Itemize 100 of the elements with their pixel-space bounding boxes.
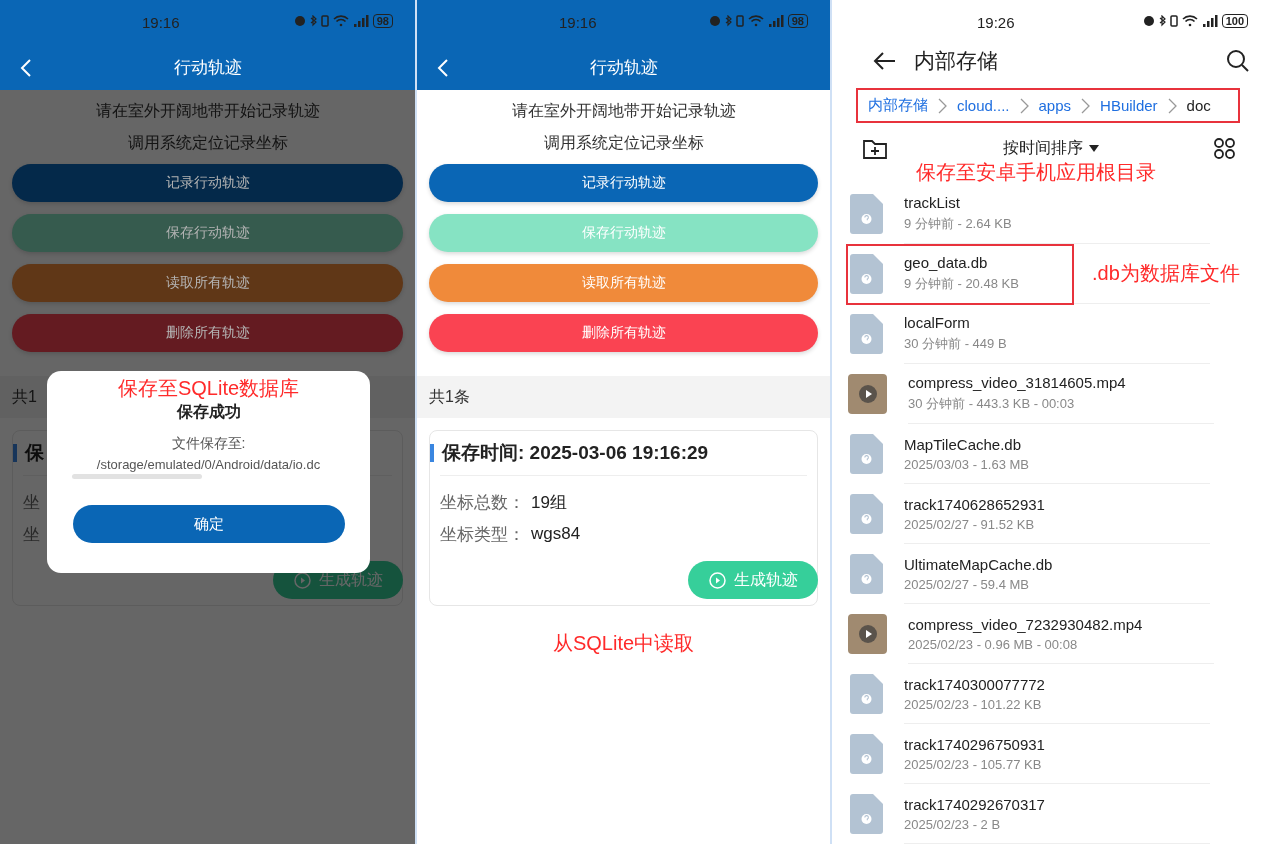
- hint-text: 调用系统定位记录坐标: [127, 133, 288, 153]
- file-icon: [850, 314, 883, 354]
- file-icon: [850, 494, 883, 534]
- bluetooth-icon: [1158, 15, 1166, 27]
- file-name[interactable]: compress_video_31814605.mp4: [908, 374, 1214, 391]
- file-name[interactable]: track1740292670317: [904, 795, 1210, 813]
- vibrate-icon: [735, 15, 744, 27]
- field-label: 坐: [23, 491, 40, 514]
- file-icon: [850, 554, 883, 594]
- dialog-label: 文件保存至:: [171, 435, 246, 453]
- wifi-icon: [747, 15, 764, 27]
- signal-icon: [767, 15, 784, 27]
- file-meta: 2025/02/23 - 105.77 KB: [904, 756, 1043, 772]
- chevron-left-icon: [20, 58, 32, 78]
- breadcrumb-link[interactable]: apps: [1036, 97, 1074, 114]
- field-label: 坐: [23, 523, 40, 546]
- vibrate-icon: [320, 15, 329, 27]
- status-time: 19:26: [977, 14, 1015, 31]
- action-button[interactable]: 读取所有轨迹: [12, 264, 403, 302]
- annotation-text: .db为数据库文件: [1092, 262, 1240, 284]
- wifi-icon: [1181, 15, 1198, 27]
- hint-text: 调用系统定位记录坐标: [543, 133, 704, 153]
- breadcrumb-link[interactable]: HBuilder: [1098, 97, 1160, 114]
- page-title: 内部存储: [914, 47, 999, 74]
- breadcrumb-link[interactable]: 内部存储: [866, 96, 930, 115]
- chevron-icon: [1019, 97, 1029, 114]
- nav-title: 行动轨迹: [173, 57, 242, 79]
- bluetooth-icon: [724, 15, 732, 27]
- field-label: 坐标类型：: [440, 523, 525, 546]
- bluetooth-icon: [309, 15, 317, 27]
- file-icon: [850, 794, 883, 834]
- action-button[interactable]: 保存行动轨迹: [12, 214, 403, 252]
- file-path: /storage/emulated/0/Android/data/io.dc: [96, 457, 321, 472]
- status-time: 19:16: [559, 14, 597, 31]
- video-thumbnail: [848, 614, 887, 654]
- file-name[interactable]: track1740296750931: [904, 735, 1210, 753]
- sort-dropdown[interactable]: 按时间排序: [888, 137, 1214, 160]
- chevron-icon: [1081, 97, 1091, 114]
- chevron-icon: [1167, 97, 1177, 114]
- file-icon: [850, 254, 883, 294]
- file-meta: 2025/02/23 - 101.22 KB: [904, 696, 1043, 712]
- file-icon: [850, 674, 883, 714]
- caret-down-icon: [1089, 145, 1099, 152]
- file-meta: 30 分钟前 - 443.3 KB - 00:03: [908, 395, 1076, 413]
- file-name[interactable]: MapTileCache.db: [904, 435, 1210, 453]
- file-name[interactable]: UltimateMapCache.db: [904, 555, 1210, 573]
- chevron-icon: [938, 97, 947, 114]
- grid-view-button[interactable]: [1214, 137, 1236, 160]
- new-folder-button[interactable]: [862, 137, 888, 160]
- card-title: 保: [25, 441, 44, 465]
- file-meta: 2025/02/27 - 91.52 KB: [904, 516, 1036, 532]
- annotation-text: 从SQLite中读取: [552, 631, 695, 656]
- vibrate-icon: [1169, 15, 1178, 27]
- battery-indicator: 98: [787, 14, 808, 28]
- status-time: 19:16: [142, 14, 180, 31]
- file-name[interactable]: track1740628652931: [904, 495, 1210, 513]
- hint-text: 请在室外开阔地带开始记录轨迹: [511, 101, 736, 121]
- file-meta: 9 分钟前 - 20.48 KB: [904, 275, 1020, 293]
- annotation-text: 保存至SQLite数据库: [117, 376, 300, 401]
- file-name[interactable]: localForm: [904, 314, 1210, 331]
- video-thumbnail: [848, 374, 887, 414]
- title-accent-bar: [13, 444, 17, 462]
- play-circle-icon: [708, 571, 726, 589]
- file-name[interactable]: track1740300077772: [904, 675, 1210, 693]
- file-meta: 2025/03/03 - 1.63 MB: [904, 456, 1031, 472]
- annotation-text: 保存至安卓手机应用根目录: [916, 159, 1156, 185]
- hint-text: 请在室外开阔地带开始记录轨迹: [95, 101, 320, 121]
- nav-title: 行动轨迹: [589, 57, 658, 79]
- file-meta: 2025/02/27 - 59.4 MB: [904, 576, 1031, 592]
- file-icon: [850, 194, 883, 234]
- title-accent-bar: [430, 444, 434, 462]
- breadcrumb-link[interactable]: cloud....: [955, 97, 1012, 114]
- file-icon: [850, 734, 883, 774]
- file-meta: 9 分钟前 - 2.64 KB: [904, 215, 1013, 233]
- file-name[interactable]: compress_video_7232930482.mp4: [908, 615, 1214, 633]
- action-button[interactable]: 记录行动轨迹: [12, 164, 403, 202]
- back-arrow-button[interactable]: [872, 50, 896, 71]
- breadcrumb-link[interactable]: doc: [1184, 97, 1213, 114]
- signal-icon: [352, 15, 369, 27]
- wifi-icon: [332, 15, 349, 27]
- file-meta: 2025/02/23 - 0.96 MB - 00:08: [908, 636, 1079, 652]
- chevron-left-icon: [437, 58, 449, 78]
- confirm-button[interactable]: 确定: [72, 505, 345, 543]
- action-button[interactable]: 记录行动轨迹: [429, 164, 818, 202]
- battery-indicator: 100: [1221, 14, 1248, 28]
- file-name[interactable]: trackList: [904, 194, 1210, 211]
- file-icon: [850, 434, 883, 474]
- file-meta: 2025/02/23 - 2 B: [904, 816, 1002, 832]
- file-meta: 30 分钟前 - 449 B: [904, 335, 1008, 353]
- card-title: 保存时间: 2025-03-06 19:16:29: [442, 441, 709, 465]
- search-button[interactable]: [1226, 48, 1250, 73]
- action-button[interactable]: 删除所有轨迹: [429, 314, 818, 352]
- field-value: wgs84: [531, 524, 581, 544]
- battery-indicator: 98: [372, 14, 393, 28]
- field-value: 19组: [531, 491, 567, 514]
- signal-icon: [1201, 15, 1218, 27]
- record-count: 共1条: [429, 386, 470, 407]
- record-count: 共1: [12, 386, 37, 407]
- action-button[interactable]: 删除所有轨迹: [12, 314, 403, 352]
- field-label: 坐标总数：: [440, 491, 525, 514]
